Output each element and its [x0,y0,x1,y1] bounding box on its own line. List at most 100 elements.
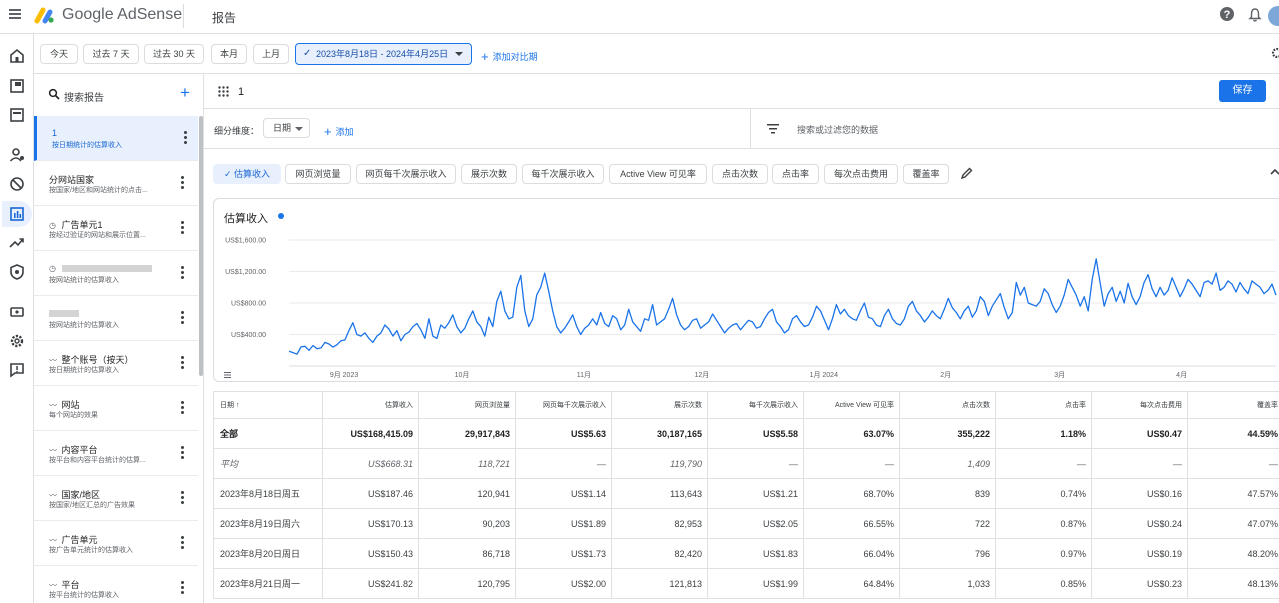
more-vert-icon[interactable] [181,536,185,550]
header-divider [183,4,184,28]
metric-chip[interactable]: 覆盖率 [903,164,949,184]
saved-report-subtitle: 按广告单元统计的估算收入 [49,547,133,554]
add-dimension-button[interactable]: + 添加 [324,123,354,139]
more-vert-icon[interactable] [181,356,185,370]
earnings-line-chart[interactable]: US$1,600.00 US$1,200.00 US$800.00 US$400.00… [214,232,1279,382]
sort-column-header[interactable]: 日期 ↑ [213,391,323,419]
saved-report-item[interactable]: 〰 整个账号（按天） 按日期统计的估算收入 [34,341,198,386]
save-button[interactable]: 保存 [1219,80,1266,102]
metric-chip[interactable]: 网页每千次展示收入 [356,164,456,184]
more-vert-icon[interactable] [181,176,185,190]
metric-chip[interactable]: 每千次展示收入 [522,164,604,184]
saved-report-item[interactable]: 〰 广告单元 按广告单元统计的估算收入 [34,521,198,566]
table-cell: 64.84% [803,568,900,599]
date-today-button[interactable]: 今天 [40,44,78,64]
saved-report-item[interactable]: 〰 国家/地区 按国家/地区汇总的广告效果 [34,476,198,521]
column-header[interactable]: 覆盖率 [1187,391,1279,419]
notifications-bell-icon[interactable] [1247,7,1263,23]
column-header[interactable]: 每千次展示收入 [707,391,804,419]
add-comparison-button[interactable]: + 添加对比期 [481,48,538,64]
saved-report-item[interactable]: 〰 网站 每个网站的效果 [34,386,198,431]
column-header[interactable]: 展示次数 [611,391,708,419]
table-cell: US$187.46 [322,478,419,509]
table-cell: US$0.16 [1091,478,1188,509]
date-this-month-button[interactable]: 本月 [211,44,247,64]
ads-icon[interactable] [7,76,27,96]
column-header[interactable]: 每次点击费用 [1091,391,1188,419]
saved-report-item[interactable]: 按网站统计的估算收入 [34,296,198,341]
metric-chip[interactable]: 点击率 [772,164,819,184]
home-icon[interactable] [7,46,27,66]
sites-icon[interactable] [7,105,27,125]
feedback-icon[interactable] [7,360,27,380]
table-cell: 2023年8月20日周日 [213,538,323,569]
reports-icon[interactable] [7,204,27,224]
hamburger-menu-icon[interactable] [8,7,24,23]
more-vert-icon[interactable] [181,581,185,595]
more-vert-icon[interactable] [181,221,185,235]
saved-report-item[interactable]: ◷ 按网站统计的估算收入 [34,251,198,296]
metric-chip[interactable]: 展示次数 [461,164,517,184]
metric-chip[interactable]: 点击次数 [712,164,768,184]
add-dimension-label: 添加 [335,127,354,137]
more-vert-icon[interactable] [184,131,188,145]
report-settings-gear-icon[interactable] [1270,46,1279,60]
saved-reports-scrollbar[interactable] [199,116,203,376]
settings-gear-icon[interactable] [7,331,27,351]
column-header[interactable]: 点击次数 [899,391,996,419]
trend-icon[interactable] [7,233,27,253]
date-range-picker[interactable]: ✓ 2023年8月18日 - 2024年4月25日 [295,43,472,65]
metric-chip[interactable]: 每次点击费用 [824,164,898,184]
more-vert-icon[interactable] [181,311,185,325]
table-cell: US$1.21 [707,478,804,509]
column-header[interactable]: Active View 可见率 [803,391,900,419]
metric-chip[interactable]: 网页浏览量 [285,164,351,184]
chart-y-tick-label: US$1,600.00 [225,238,266,245]
table-cell: US$0.19 [1091,538,1188,569]
report-title[interactable]: 1 [238,86,244,98]
more-vert-icon[interactable] [181,401,185,415]
table-cell: US$668.31 [322,448,419,479]
date-last-month-button[interactable]: 上月 [253,44,289,64]
help-icon[interactable]: ? [1220,7,1234,21]
payments-icon[interactable] [7,302,27,322]
add-report-plus-icon[interactable]: + [180,84,190,102]
saved-report-item[interactable]: 〰 平台 按平台统计的估算收入 [34,566,198,603]
more-vert-icon[interactable] [181,266,185,280]
date-last7-button[interactable]: 过去 7 天 [83,44,139,64]
chart-x-tick-label: 12月 [694,371,709,379]
edit-pencil-icon[interactable] [960,167,973,180]
brand-name: Google AdSense [62,6,183,23]
search-reports-input[interactable]: 搜索报告 [48,88,148,104]
metric-chip-estimated-earnings[interactable]: ✓ 估算收入 [213,164,281,184]
saved-report-item[interactable]: 分网站国家 按国家/地区和网站统计的点击... [34,161,198,206]
filter-icon[interactable] [767,124,779,134]
saved-report-item[interactable]: 〰 内容平台 按平台和内容平台统计的估算... [34,431,198,476]
more-vert-icon[interactable] [181,446,185,460]
chart-x-tick-label: 2月 [940,371,951,379]
column-header[interactable]: 网页每千次展示收入 [515,391,612,419]
date-range-label: 2023年8月18日 - 2024年4月25日 [316,49,449,59]
saved-report-item[interactable]: 1 按日期统计的估算收入 [34,116,198,161]
table-cell: 47.57% [1187,478,1279,509]
table-cell: US$170.13 [322,508,419,539]
saved-report-item[interactable]: ◷ 广告单元1 按经过验证的网站和展示位置... [34,206,198,251]
filter-search-input[interactable]: 搜索或过滤您的数据 [797,123,878,136]
metric-chip[interactable]: Active View 可见率 [609,164,707,184]
table-cell: — [1187,448,1279,479]
column-header[interactable]: 网页浏览量 [418,391,516,419]
more-vert-icon[interactable] [181,491,185,505]
table-cell: 120,941 [418,478,516,509]
chart-series-dot [278,213,284,219]
date-last30-button[interactable]: 过去 30 天 [144,44,204,64]
plus-icon: + [324,124,332,139]
column-header[interactable]: 估算收入 [322,391,419,419]
drag-grid-icon[interactable] [218,86,229,97]
column-header[interactable]: 点击率 [995,391,1092,419]
breakdown-dimension-select[interactable]: 日期 [263,118,310,138]
block-icon[interactable] [7,174,27,194]
policy-icon[interactable] [7,262,27,282]
chart-x-axis: 9月 2023 10月 11月 12月 1月 2024 2月 3月 4月 [330,371,1187,379]
users-icon[interactable] [7,145,27,165]
collapse-chevron-icon[interactable] [1270,168,1279,176]
